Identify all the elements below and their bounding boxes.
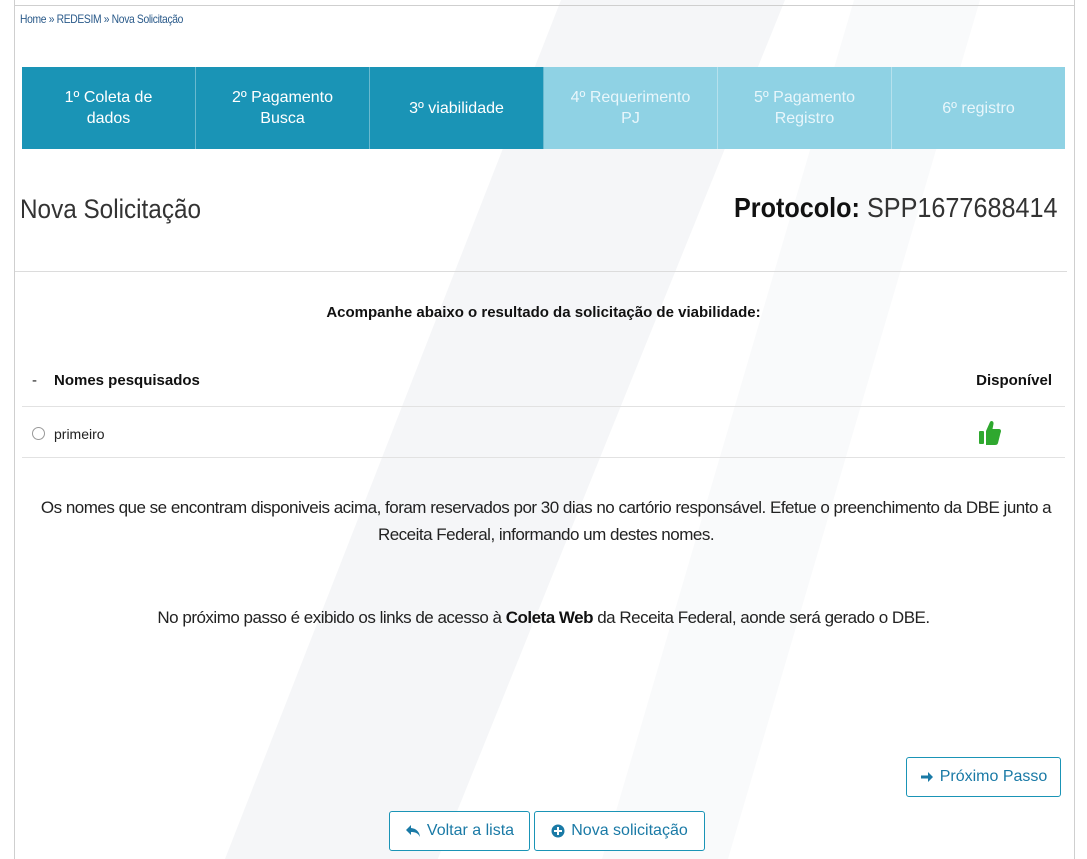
step-pagamento-busca[interactable]: 2º Pagamento Busca: [196, 67, 370, 149]
breadcrumb-home-link[interactable]: Home: [20, 12, 47, 26]
breadcrumb-current: Nova Solicitação: [111, 12, 184, 26]
next-step-label: Próximo Passo: [939, 768, 1048, 785]
step-coleta-dados[interactable]: 1º Coleta de dados: [22, 67, 196, 149]
searched-name: primeiro: [54, 426, 105, 442]
step-viabilidade[interactable]: 3º viabilidade: [370, 67, 544, 149]
new-request-label: Nova solicitação: [571, 822, 688, 839]
step-progress-bar: 1º Coleta de dados 2º Pagamento Busca 3º…: [22, 67, 1065, 149]
back-to-list-label: Voltar a lista: [426, 822, 515, 839]
frame-border: [14, 5, 1075, 6]
divider: [15, 271, 1067, 272]
name-radio[interactable]: [32, 427, 45, 440]
table-row: primeiro: [22, 407, 1065, 458]
next-step-text: No próximo passo é exibido os links de a…: [157, 608, 506, 627]
breadcrumb-separator: »: [103, 12, 110, 26]
thumbs-up-icon: [979, 420, 1001, 445]
arrow-right-icon: [920, 772, 933, 782]
new-request-button[interactable]: Nova solicitação: [534, 811, 705, 851]
table-header: - Nomes pesquisados Disponível: [22, 370, 1065, 407]
next-step-info: No próximo passo é exibido os links de a…: [0, 608, 1087, 628]
column-header-dash: -: [32, 372, 37, 389]
page-title: Nova Solicitação: [20, 194, 201, 224]
step-requerimento-pj[interactable]: 4º Requerimento PJ: [544, 67, 718, 149]
back-to-list-button[interactable]: Voltar a lista: [389, 811, 530, 851]
protocol-value: SPP1677688414: [860, 192, 1058, 223]
step-registro[interactable]: 6º registro: [892, 67, 1065, 149]
breadcrumb-redesim-link[interactable]: REDESIM: [57, 12, 102, 26]
protocol-number: Protocolo: SPP1677688414: [734, 192, 1058, 224]
breadcrumb-separator: »: [48, 12, 55, 26]
info-paragraph: Os nomes que se encontram disponiveis ac…: [40, 498, 1052, 544]
protocol-label: Protocolo:: [734, 192, 861, 223]
plus-circle-icon: [551, 824, 565, 838]
reply-icon: [405, 825, 420, 837]
breadcrumb: Home » REDESIM » Nova Solicitação: [20, 12, 183, 26]
column-header-names: Nomes pesquisados: [54, 372, 200, 389]
frame-border: [1074, 0, 1075, 859]
next-step-button[interactable]: Próximo Passo: [906, 757, 1061, 797]
column-header-available: Disponível: [976, 372, 1052, 389]
next-step-text-end: da Receita Federal, aonde será gerado o …: [592, 608, 930, 627]
coleta-web-label: Coleta Web: [505, 608, 594, 627]
frame-border: [14, 0, 15, 859]
result-heading: Acompanhe abaixo o resultado da solicita…: [326, 304, 761, 321]
step-pagamento-registro[interactable]: 5º Pagamento Registro: [718, 67, 892, 149]
